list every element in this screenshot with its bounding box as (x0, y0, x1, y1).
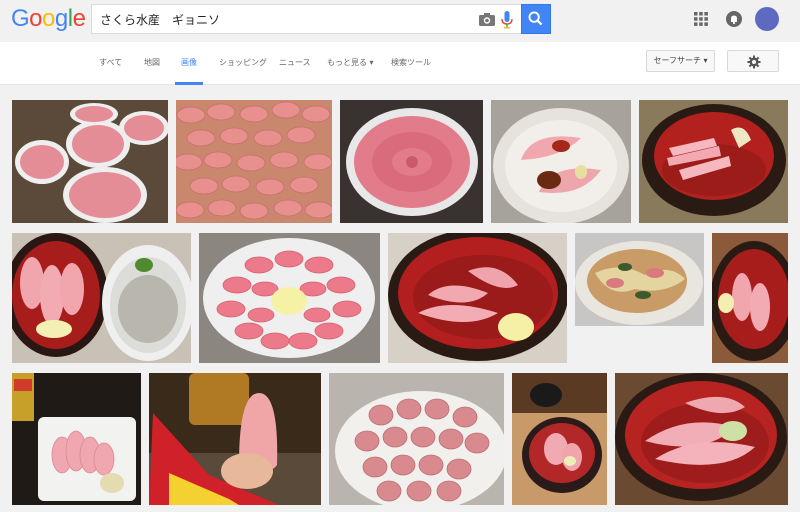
notifications-bell-icon[interactable] (726, 11, 742, 27)
image-result[interactable] (388, 233, 567, 363)
image-result[interactable] (340, 100, 483, 223)
safesearch-button[interactable]: セーフサーチ ▾ (646, 50, 715, 72)
microphone-icon[interactable] (501, 11, 513, 29)
apps-grid-icon[interactable] (694, 12, 708, 26)
tab-news[interactable]: ニュース (279, 57, 311, 68)
image-result[interactable] (615, 373, 788, 505)
image-result[interactable] (712, 233, 788, 363)
logo-letter: G (11, 5, 30, 32)
image-result[interactable] (512, 373, 607, 505)
image-result[interactable] (199, 233, 380, 363)
tab-search-tools[interactable]: 検索ツール (391, 57, 431, 68)
camera-icon[interactable] (479, 12, 495, 26)
active-tab-indicator (175, 82, 203, 85)
logo-letter: e (72, 5, 86, 32)
google-logo[interactable]: Google (11, 5, 86, 33)
image-result[interactable] (329, 373, 504, 505)
search-box (91, 4, 521, 34)
image-result[interactable] (176, 100, 332, 223)
tab-maps[interactable]: 地図 (144, 57, 160, 68)
search-tabs-bar: すべて 地図 画像 ショッピング ニュース もっと見る ▾ 検索ツール セーフサ… (0, 42, 800, 85)
image-result[interactable] (575, 233, 704, 326)
top-bar: Google (0, 0, 800, 42)
image-result[interactable] (639, 100, 788, 223)
logo-letter: g (54, 5, 68, 32)
search-button[interactable] (521, 4, 551, 34)
logo-letter: o (42, 5, 55, 32)
tab-images[interactable]: 画像 (181, 57, 197, 68)
gear-icon (747, 55, 761, 69)
tab-more[interactable]: もっと見る ▾ (327, 57, 374, 68)
image-result[interactable] (149, 373, 321, 505)
image-result[interactable] (12, 100, 168, 223)
search-icon (528, 11, 543, 26)
settings-button[interactable] (727, 50, 779, 72)
image-result[interactable] (491, 100, 631, 223)
tab-all[interactable]: すべて (99, 57, 122, 68)
image-result[interactable] (12, 233, 191, 363)
account-avatar[interactable] (755, 7, 779, 31)
search-input[interactable] (100, 10, 470, 28)
tab-shopping[interactable]: ショッピング (219, 57, 267, 68)
image-results-grid (0, 86, 800, 512)
image-result[interactable] (12, 373, 141, 505)
logo-letter: o (29, 5, 43, 32)
